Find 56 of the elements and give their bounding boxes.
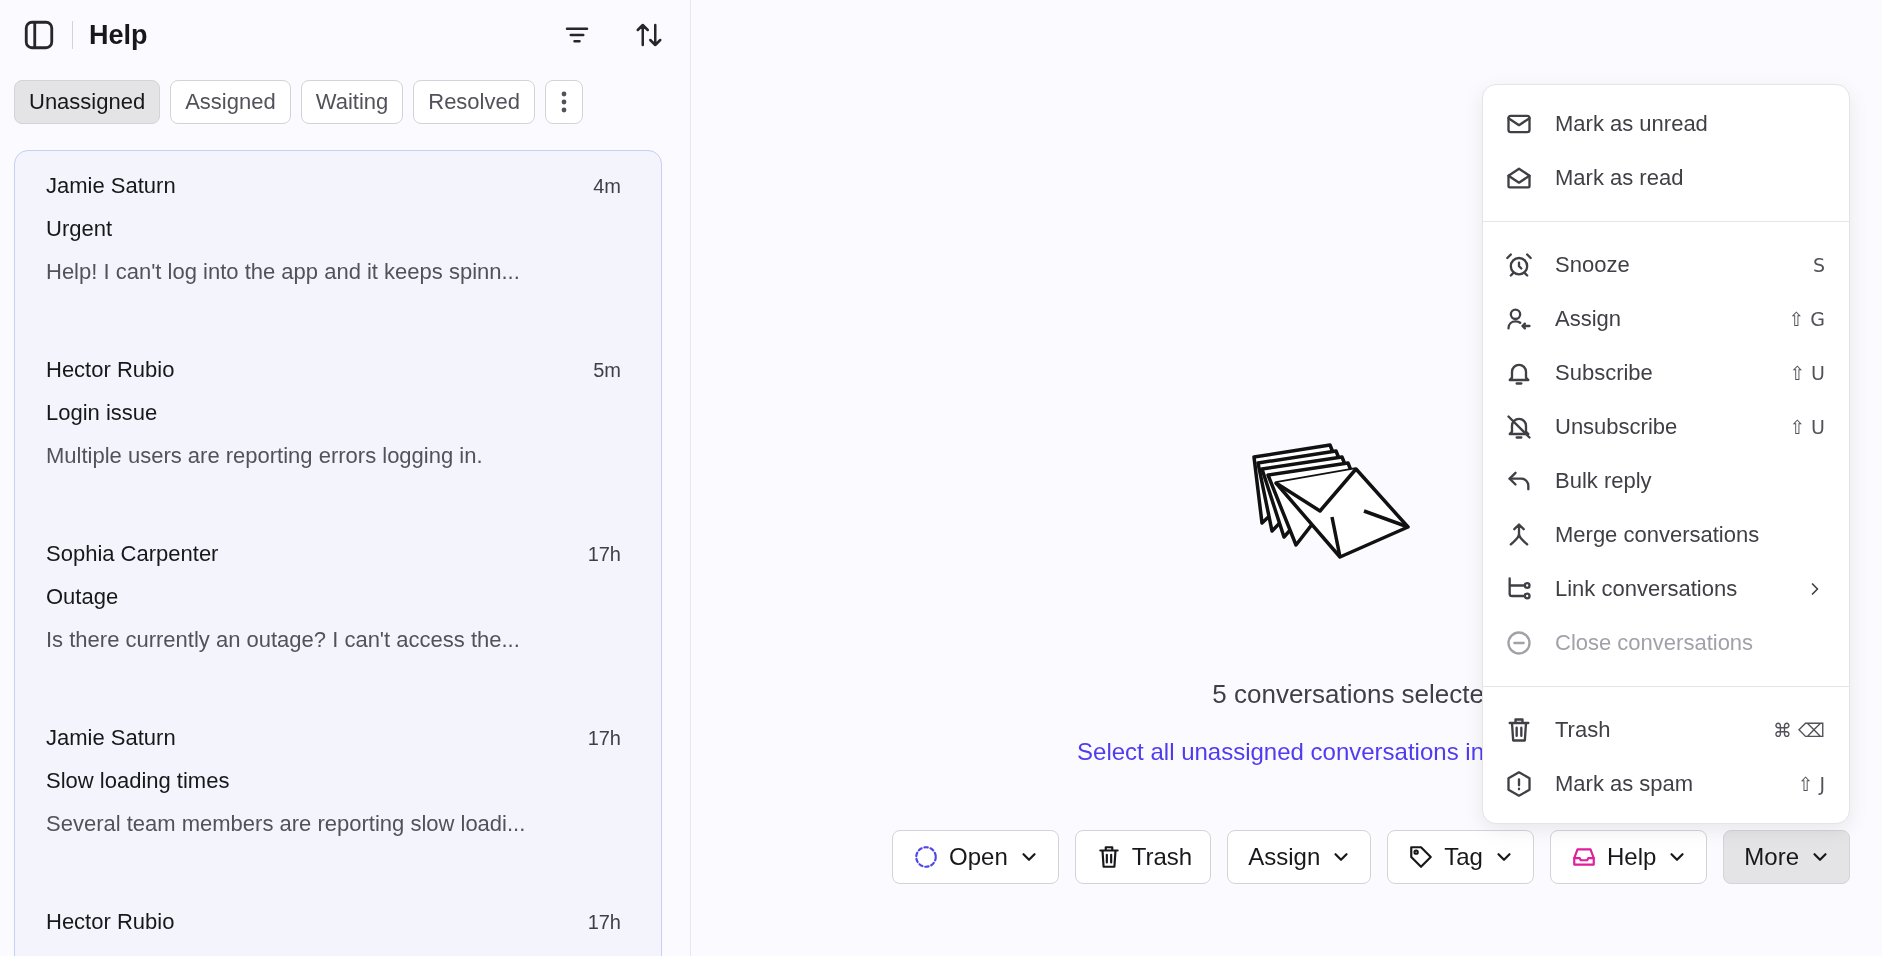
menu-item[interactable]: Assign ⇧ G — [1483, 292, 1849, 346]
keyboard-shortcut: ⇧ U — [1789, 362, 1825, 384]
menu-item[interactable]: Mark as spam ⇧ J — [1483, 757, 1849, 811]
tag-icon — [1408, 844, 1435, 870]
message-time: 17h — [587, 542, 621, 566]
menu-item[interactable]: Mark as read — [1483, 151, 1849, 205]
alarm-clock-icon — [1505, 251, 1533, 279]
message-preview: Is there currently an outage? I can't access the... — [46, 626, 521, 654]
menu-item[interactable]: Link conversations — [1483, 562, 1849, 616]
sidebar-toggle-icon[interactable] — [22, 18, 56, 52]
sender-name: Jamie Saturn — [46, 725, 176, 751]
menu-item[interactable]: Bulk reply — [1483, 454, 1849, 508]
sender-name: Hector Rubio — [46, 357, 175, 383]
message-preview: Several team members are reporting slow loadi... — [46, 810, 527, 838]
message-time: 5m — [593, 358, 621, 382]
filter-tab[interactable]: Resolved — [413, 80, 535, 124]
sender-name: Hector Rubio — [46, 909, 175, 935]
message-time: 17h — [587, 726, 621, 750]
minus-circle-icon — [1505, 629, 1533, 657]
selection-count: 5 conversations selecte — [1212, 679, 1484, 710]
toolbar-button[interactable]: Help — [1549, 830, 1708, 884]
keyboard-shortcut: ⌘ ⌫ — [1773, 719, 1825, 741]
menu-item[interactable]: Unsubscribe ⇧ U — [1483, 400, 1849, 454]
keyboard-shortcut: ⇧ J — [1797, 773, 1825, 795]
conversation-subject: Slow loading times — [46, 767, 231, 795]
dashed-circle-icon — [913, 844, 939, 870]
message-time: 17h — [587, 910, 621, 934]
conversation-subject: Outage — [46, 583, 120, 611]
message-preview: Help! I can't log into the app and it keeps spinn... — [46, 258, 521, 286]
menu-item[interactable]: Merge conversations — [1483, 508, 1849, 562]
more-tabs-button[interactable] — [544, 80, 583, 124]
toolbar-button[interactable]: Tag — [1387, 830, 1534, 884]
message-time: 4m — [593, 174, 621, 198]
filter-tab[interactable]: Assigned — [170, 80, 291, 124]
toolbar-button[interactable]: More — [1723, 830, 1850, 884]
keyboard-shortcut: ⇧ G — [1788, 308, 1825, 330]
alert-hexagon-icon — [1505, 770, 1533, 798]
bell-off-icon — [1505, 413, 1533, 441]
conversation-subject: Login issue — [46, 399, 159, 427]
menu-item[interactable]: Snooze S — [1483, 238, 1849, 292]
menu-item[interactable]: Trash ⌘ ⌫ — [1483, 703, 1849, 757]
toolbar-button[interactable]: Trash — [1074, 830, 1212, 884]
conversation-subject: Urgent — [46, 215, 114, 243]
keyboard-shortcut: ⇧ U — [1789, 416, 1825, 438]
keyboard-shortcut: S — [1812, 254, 1825, 276]
toolbar-button[interactable]: Assign — [1227, 830, 1372, 884]
filter-tab[interactable]: Waiting — [300, 80, 404, 124]
menu-item[interactable]: Mark as unread — [1483, 97, 1849, 151]
toolbar-button[interactable]: Open — [892, 830, 1059, 884]
more-vertical-icon — [560, 91, 567, 113]
message-preview: Multiple users are reporting errors logging in. — [46, 442, 484, 470]
filter-tab[interactable]: Unassigned — [14, 80, 161, 124]
view-title: Help — [89, 19, 148, 51]
sender-name: Jamie Saturn — [46, 173, 176, 199]
menu-item[interactable]: Subscribe ⇧ U — [1483, 346, 1849, 400]
sender-name: Sophia Carpenter — [46, 541, 219, 567]
